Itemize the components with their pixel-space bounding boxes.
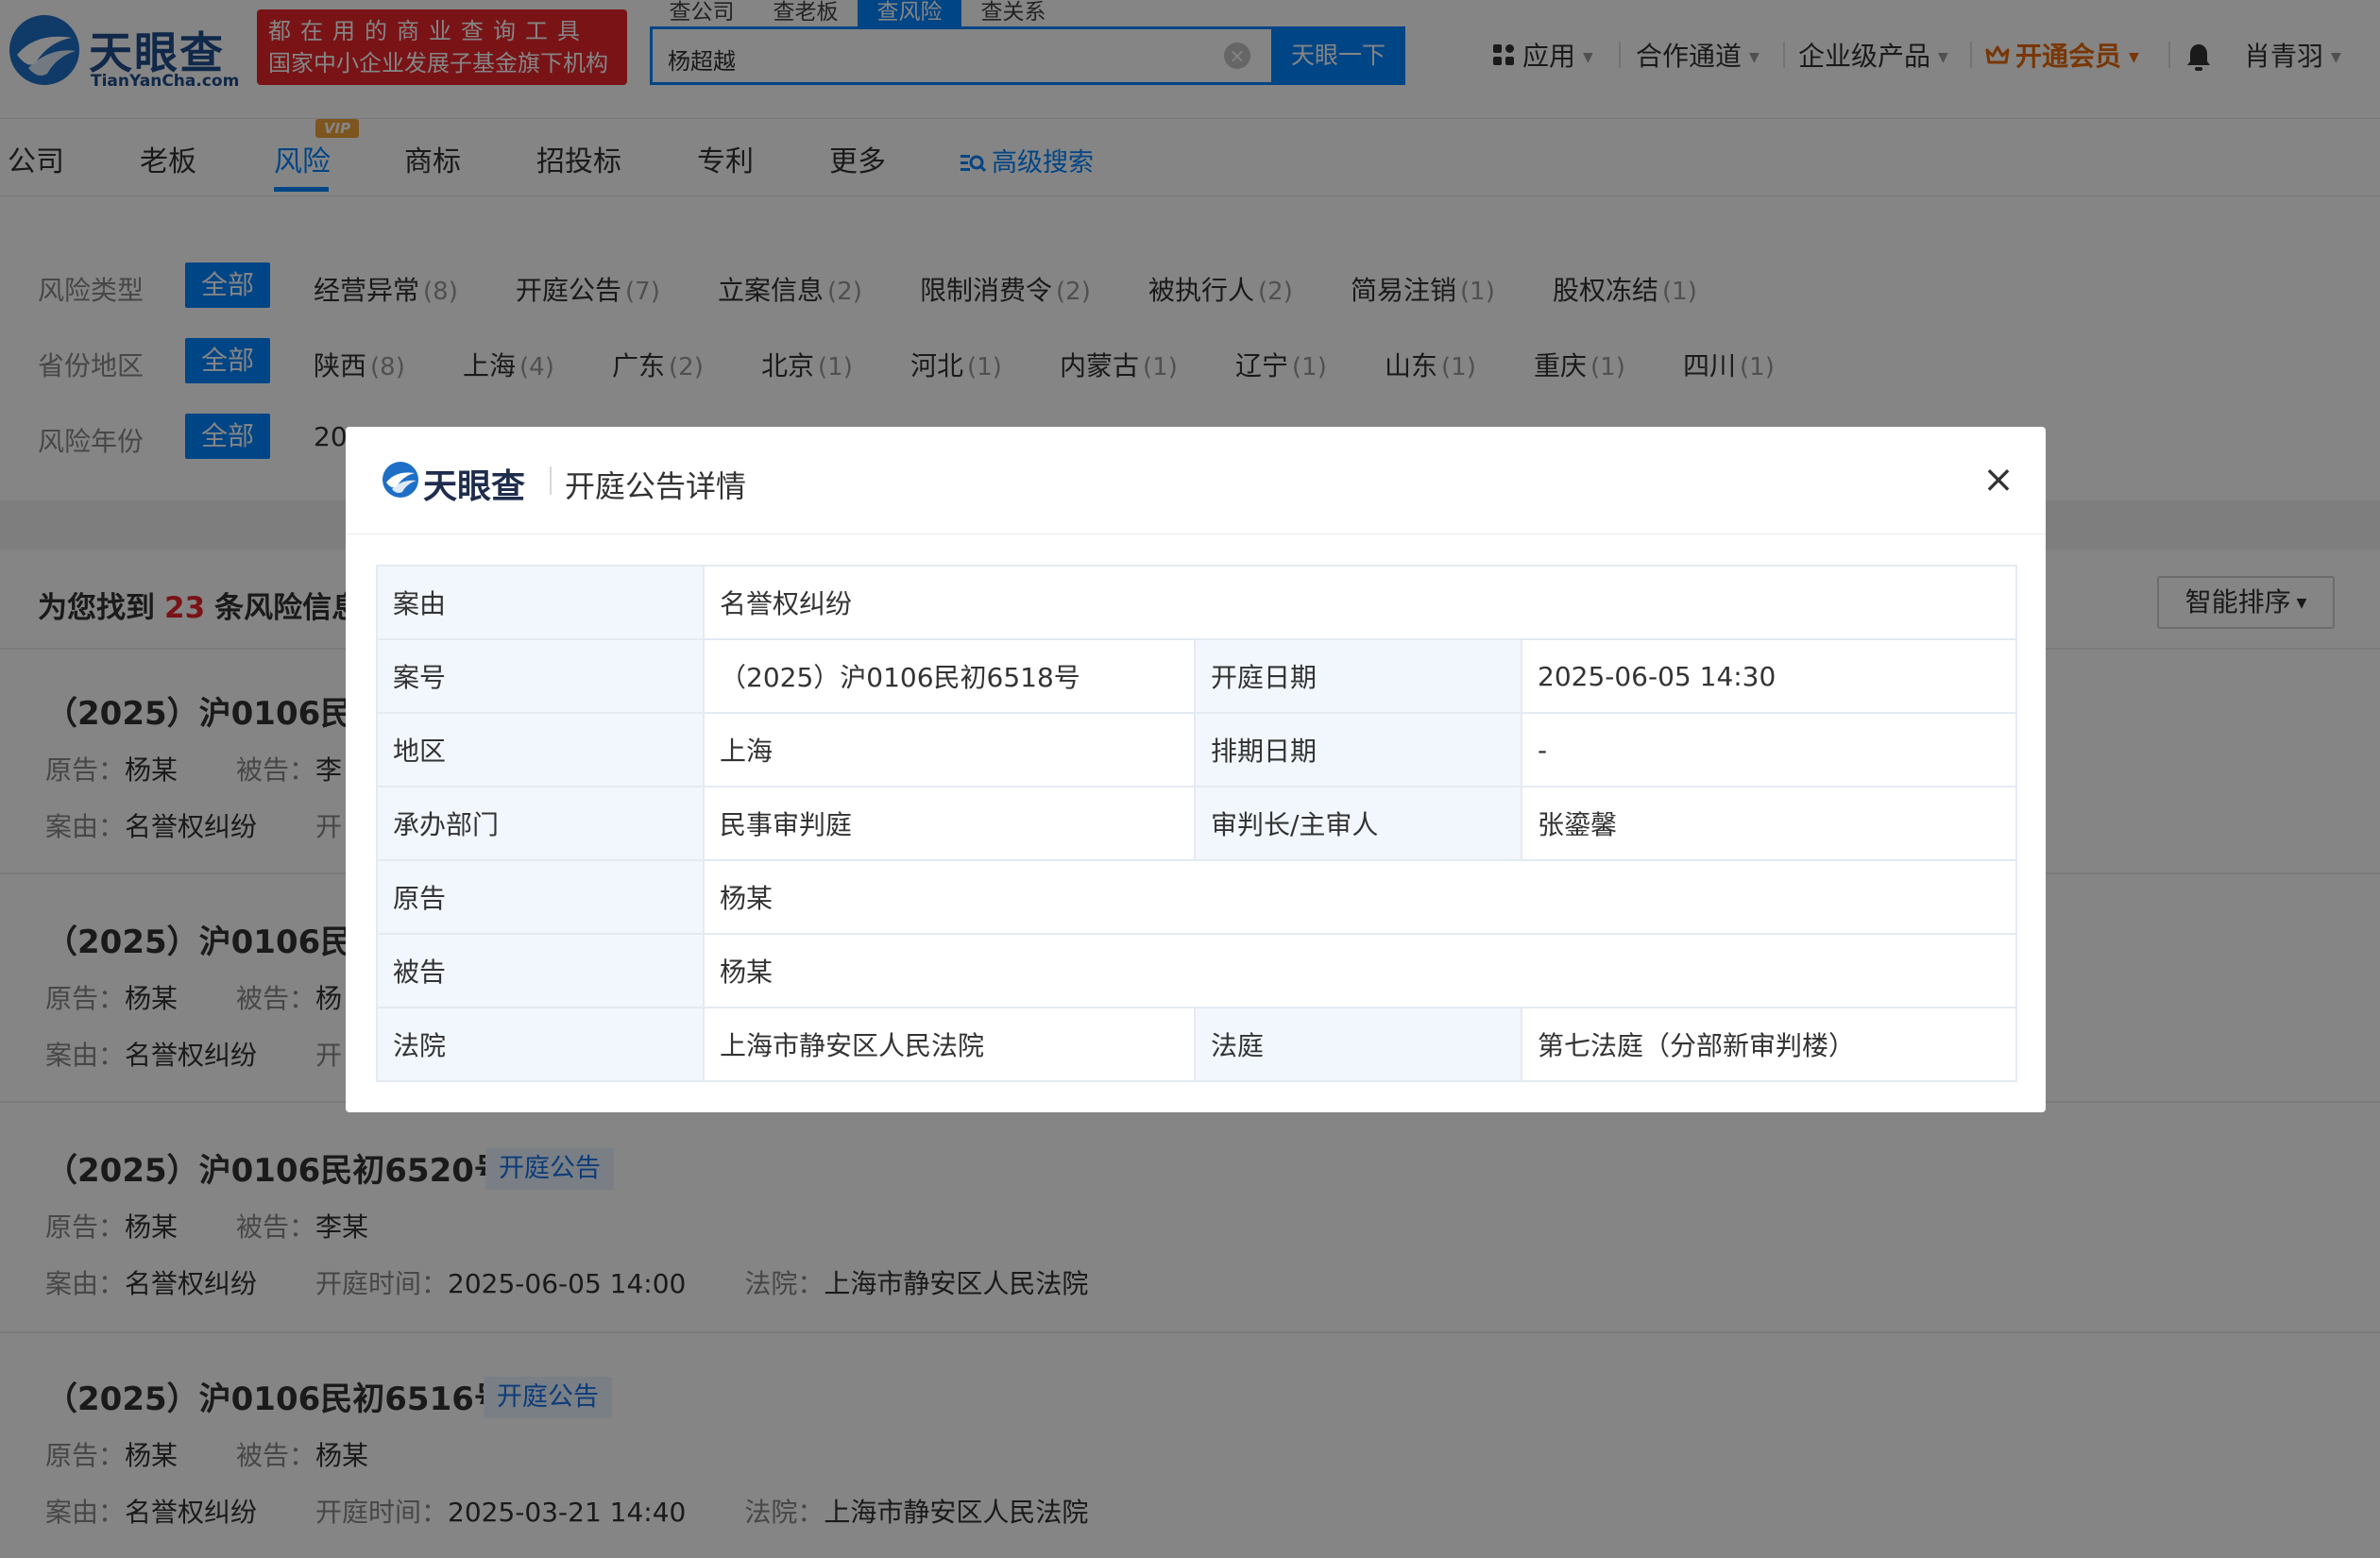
modal-logo: 天眼查 (382, 459, 561, 506)
detail-table: 案由 名誉权纠纷 案号 （2025）沪0106民初6518号 开庭日期 2025… (376, 565, 2018, 1082)
modal-header: 天眼查 开庭公告详情 × (346, 427, 2046, 534)
region-value: 上海 (703, 712, 1196, 787)
table-row: 案由 名誉权纠纷 (376, 565, 2018, 640)
schedule-date-label: 排期日期 (1194, 712, 1522, 787)
table-row: 地区 上海 排期日期 - (376, 712, 2018, 787)
case-number-value: （2025）沪0106民初6518号 (703, 638, 1196, 714)
defendant-value: 杨某 (702, 933, 2018, 1008)
region-label: 地区 (376, 712, 705, 787)
cause-value: 名誉权纠纷 (702, 565, 2018, 640)
plaintiff-label: 原告 (376, 859, 705, 935)
close-icon[interactable]: × (1980, 461, 2017, 499)
court-value: 上海市静安区人民法院 (703, 1007, 1196, 1082)
table-row: 原告 杨某 (376, 859, 2018, 935)
table-row: 被告 杨某 (376, 933, 2018, 1008)
header-separator (550, 466, 552, 495)
tribunal-value: 第七法庭（分部新审判楼） (1520, 1007, 2018, 1082)
judge-label: 审判长/主审人 (1194, 786, 1522, 861)
modal-title: 开庭公告详情 (565, 468, 747, 504)
department-label: 承办部门 (376, 786, 705, 861)
table-row: 法院 上海市静安区人民法院 法庭 第七法庭（分部新审判楼） (376, 1007, 2018, 1082)
tribunal-label: 法庭 (1194, 1007, 1522, 1082)
hearing-notice-detail-modal: 天眼查 开庭公告详情 × 案由 名誉权纠纷 案号 （2025）沪0106民初65… (346, 427, 2046, 1112)
judge-value: 张鎏馨 (1520, 786, 2018, 861)
hearing-date-label: 开庭日期 (1194, 638, 1522, 714)
cause-label: 案由 (376, 565, 705, 640)
table-row: 承办部门 民事审判庭 审判长/主审人 张鎏馨 (376, 786, 2018, 861)
department-value: 民事审判庭 (703, 786, 1196, 861)
hearing-date-value: 2025-06-05 14:30 (1520, 638, 2018, 714)
case-number-label: 案号 (376, 638, 705, 714)
court-label: 法院 (376, 1007, 705, 1082)
table-row: 案号 （2025）沪0106民初6518号 开庭日期 2025-06-05 14… (376, 638, 2018, 714)
eye-logo-icon (382, 462, 418, 498)
plaintiff-value: 杨某 (702, 859, 2018, 935)
schedule-date-value: - (1520, 712, 2018, 787)
modal-logo-text: 天眼查 (423, 467, 526, 506)
defendant-label: 被告 (376, 933, 705, 1008)
